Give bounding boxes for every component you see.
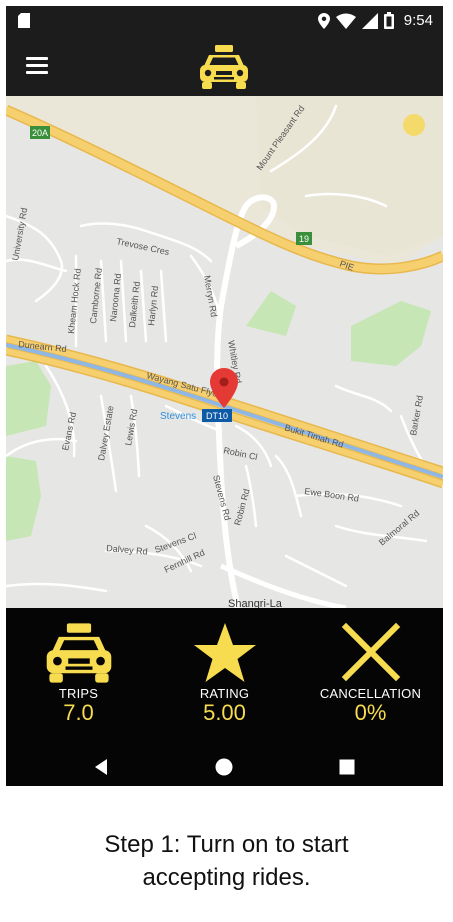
status-bar: 9:54 [6,6,443,36]
stats-panel: TRIPS 7.0 RATING 5.00 CANCELLATION 0% [6,608,443,786]
map-label: Shangri-La [228,598,283,608]
stat-label: TRIPS [58,686,99,701]
road-label: 20A [32,128,48,138]
android-nav-bar [6,748,443,786]
wifi-icon [335,13,356,29]
recents-icon[interactable] [337,757,357,777]
road-label: 19 [299,234,309,244]
stat-value: 0% [354,700,387,725]
stat-value: 7.0 [63,700,94,725]
station-code: DT10 [206,411,228,421]
cross-icon [341,622,400,682]
back-icon[interactable] [92,757,112,777]
signal-icon [361,12,378,29]
step-caption: Step 1: Turn on to start accepting rides… [0,828,453,894]
taxi-logo [200,45,248,89]
hamburger-menu-icon[interactable] [26,57,48,75]
stat-label: RATING [199,686,250,701]
star-icon [193,623,256,682]
caption-line: accepting rides. [142,864,311,891]
location-icon [317,12,330,29]
station-label: Stevens [160,411,196,422]
battery-icon [383,12,394,29]
map-view[interactable]: 20A 19 PIE Mount Pleasant Rd University … [6,96,443,608]
status-time: 9:54 [403,12,433,29]
stat-value: 5.00 [203,700,246,725]
home-icon[interactable] [214,757,234,777]
caption-line: Step 1: Turn on to start [104,831,349,858]
stat-label: CANCELLATION [319,686,422,701]
taxi-icon [46,623,111,683]
phone-screen: 9:54 20A 19 PIE Mount Pleasant Rd Univer… [6,6,443,786]
app-toolbar [6,36,443,96]
map-canvas[interactable]: 20A 19 PIE Mount Pleasant Rd University … [6,96,443,608]
sd-card-icon [18,13,30,28]
